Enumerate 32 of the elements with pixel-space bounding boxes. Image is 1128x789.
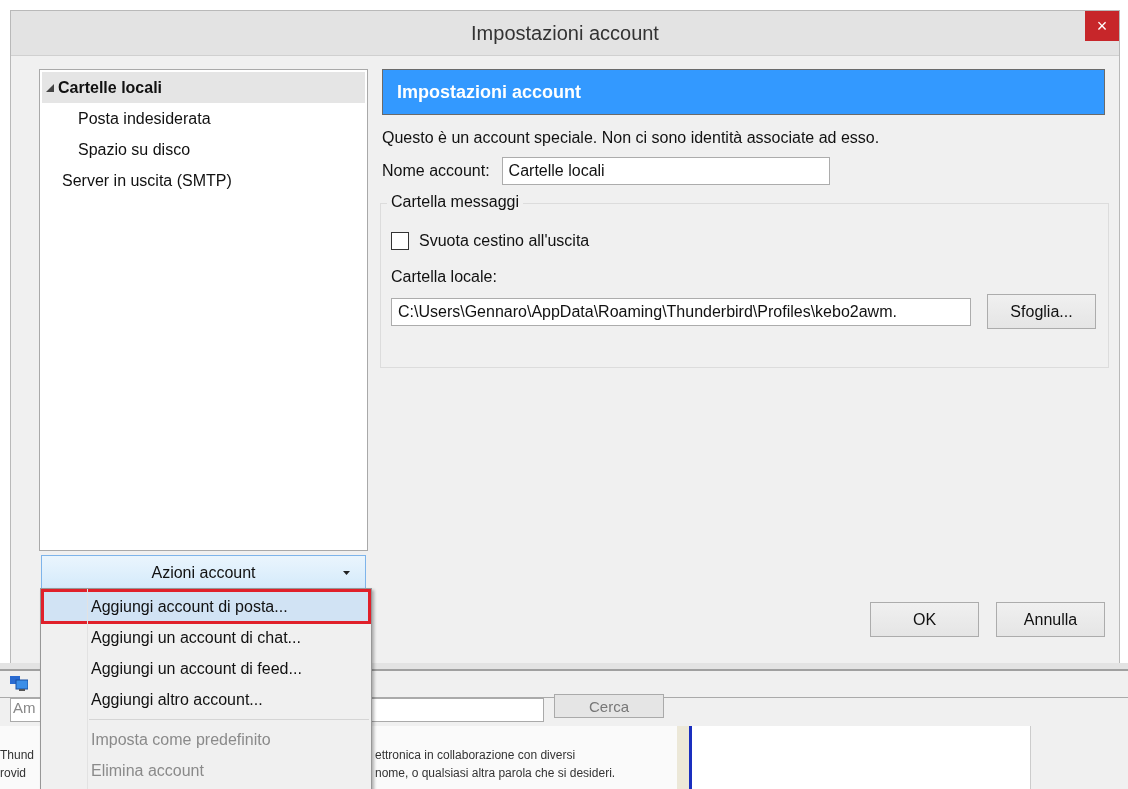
menu-item[interactable]: Aggiungi account di posta... [43,591,369,622]
window-title: Impostazioni account [471,21,659,45]
expanded-triangle-icon[interactable] [46,83,54,92]
field-label: Cartella locale: [391,268,498,286]
description-text: Questo è un account speciale. Non ci sono identità associate ad esso. [382,129,881,147]
caret-icon [343,571,350,575]
checkbox[interactable] [391,232,409,250]
path-field[interactable]: C:\Users\Gennaro\AppData\Roaming\Thunderbird\Profiles\kebo2awm. [391,297,971,326]
menu-item[interactable]: Aggiungi altro account... [43,684,369,715]
tree-item[interactable]: Posta indesiderata [42,103,365,134]
close-button[interactable]: × [1085,11,1119,41]
pane-splitter[interactable] [677,726,692,789]
group-legend: Cartella messaggi [387,193,524,211]
body-text: nome, o qualsiasi altra parola che si desideri. [375,766,616,780]
body-text: ettronica in collaborazione con diversi [375,748,576,762]
field-label: Nome account: [382,162,490,180]
input-field[interactable]: Cartelle locali [501,157,830,185]
body-text: Thund [0,748,35,762]
computer-icon[interactable] [10,676,28,692]
tree-item[interactable]: Spazio su disco [42,134,365,165]
menu-item[interactable]: Aggiungi un account di feed... [43,653,369,684]
body-text: rovid [0,766,26,780]
tree-item[interactable]: Server in uscita (SMTP) [42,165,365,196]
menu-item[interactable]: Aggiungi un account di chat... [43,622,369,653]
tree-item[interactable]: Cartelle locali [42,72,365,103]
ok-button[interactable]: OK [870,602,979,637]
search-button[interactable]: Cerca [554,694,664,718]
account-actions-button[interactable]: Azioni account [41,555,366,590]
browse-button[interactable]: Sfoglia... [987,294,1096,329]
checkbox-label: Svuota cestino all'uscita [419,232,590,250]
panel-heading: Impostazioni account [382,69,1105,115]
cancel-button[interactable]: Annulla [996,602,1105,637]
